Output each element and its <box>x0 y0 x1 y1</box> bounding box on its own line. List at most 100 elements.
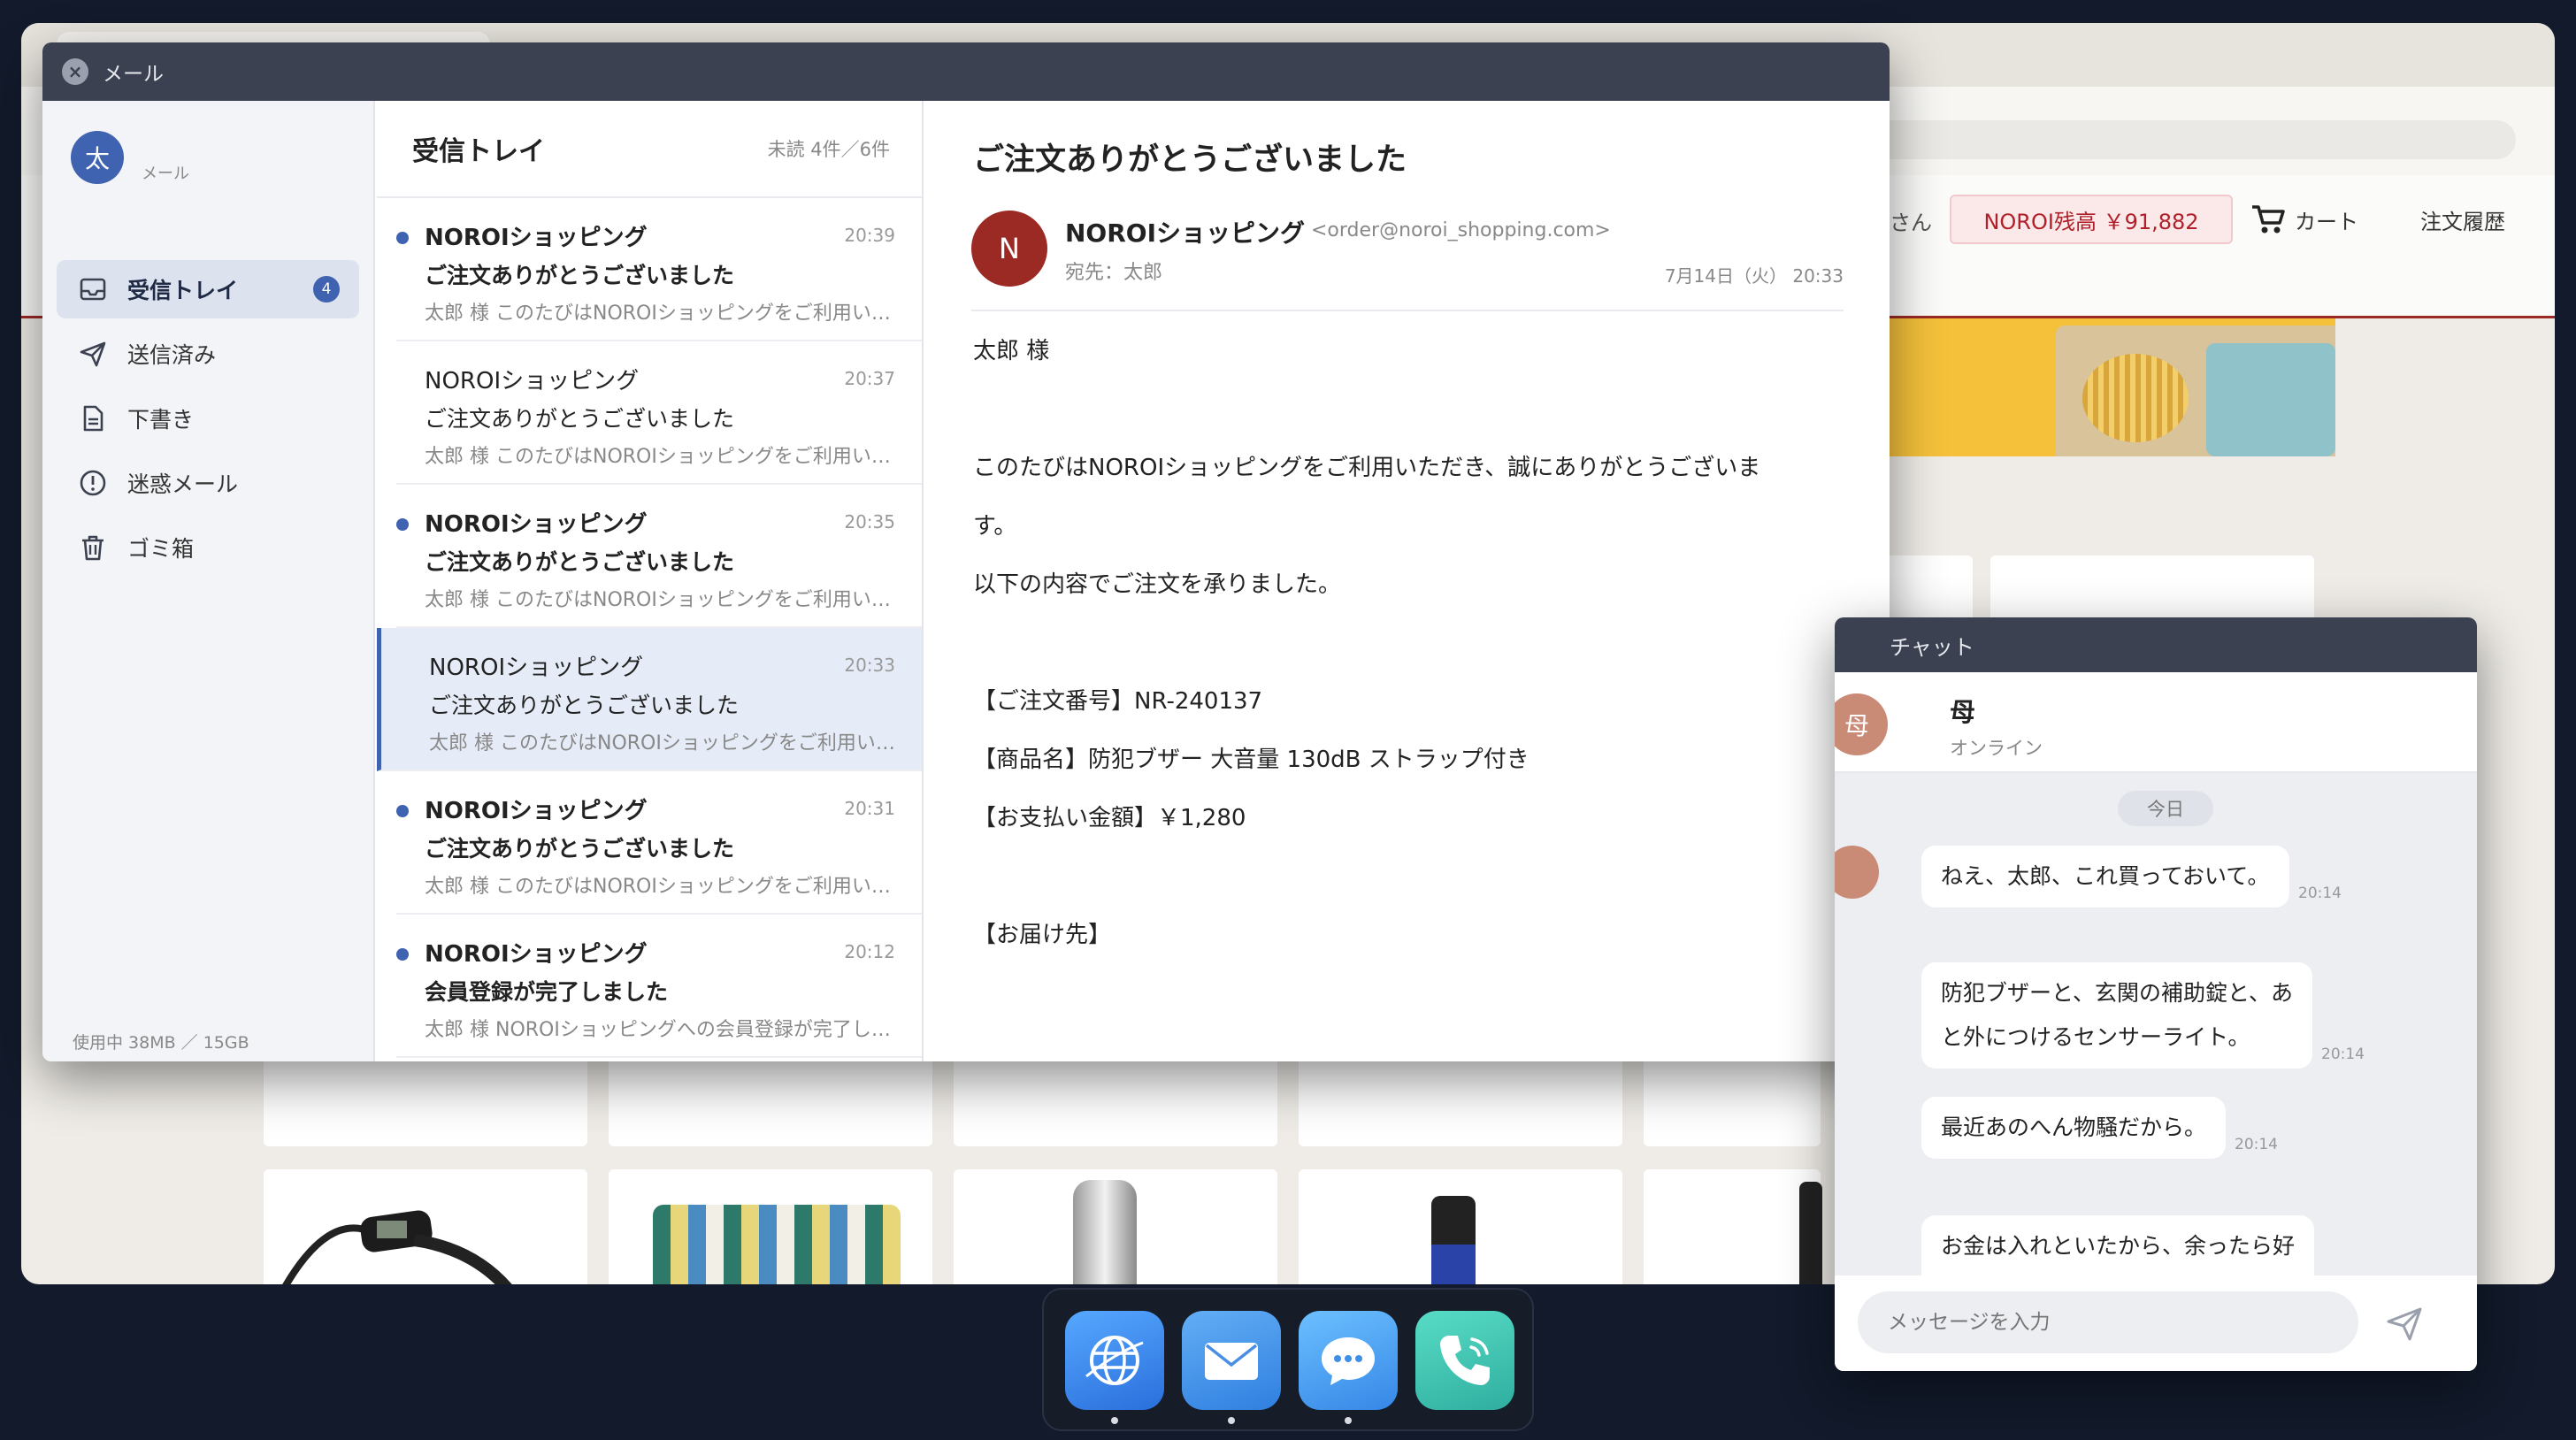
mail-body-line <box>973 380 1858 439</box>
product-card[interactable] <box>1644 1169 1822 1284</box>
url-field[interactable] <box>1844 120 2516 159</box>
mail-item-preview: 太郎 様 このたびはNOROIショッピングをご利用いただき、誠にありがとうござい… <box>429 732 898 754</box>
mail-body-line: 太郎 様 <box>973 338 1050 364</box>
nav-label: 受信トレイ <box>127 278 239 303</box>
mail-item-sender: NOROIショッピング <box>429 655 644 681</box>
chat-message-time: 20:14 <box>2298 885 2342 902</box>
mail-list-header: 受信トレイ 未読 4件／6件 <box>377 101 922 198</box>
promo-banner[interactable] <box>1879 318 2335 456</box>
mail-body-line: 【お届け先】 <box>973 922 1112 948</box>
mail-list-item[interactable]: NOROIショッピング 20:39 ご注文ありがとうございました 太郎 様 このたびは… <box>396 198 922 341</box>
product-card-picnic-mat[interactable] <box>609 1169 932 1284</box>
mail-item-preview: 太郎 様 このたびはNOROIショッピングをご利用いただき、誠にありがとうござい… <box>425 589 893 611</box>
chat-message-line: 最近あのへん物騒だから。 <box>1941 1114 2207 1140</box>
unread-badge: 4 <box>313 276 340 303</box>
product-card-jump-rope[interactable] <box>264 1169 587 1284</box>
mail-item-subject: ご注文ありがとうございました <box>425 406 735 432</box>
chat-message-line: と外につけるセンサーライト。 <box>1941 1024 2250 1050</box>
avatar: 太 <box>71 131 124 184</box>
mail-list-item[interactable]: NOROIショッピング 20:35 ご注文ありがとうございました 太郎 様 このたびは… <box>396 485 922 628</box>
cart-label: カート <box>2295 209 2358 234</box>
mail-list-item[interactable]: NOROIショッピング 20:31 ご注文ありがとうございました太郎 様 このたびは… <box>396 771 922 915</box>
nav-item-inbox[interactable]: 受信トレイ 4 <box>57 260 359 318</box>
contact-avatar <box>1835 846 1879 899</box>
chat-message-line: ねえ、太郎、これ買っておいて。 <box>1941 863 2270 889</box>
mail-list-item[interactable]: NOROIショッピング 20:12 会員登録が完了しました 太郎 様 NOROIショッ… <box>396 915 922 1058</box>
trekking-pole-image <box>1431 1196 1476 1284</box>
chat-message: 最近あのへん物騒だから。 <box>1921 1097 2227 1159</box>
mail-body-line: 【商品名】防犯ブザー 大音量 130dB ストラップ付き <box>973 747 1530 773</box>
nav-label: 送信済み <box>127 342 217 368</box>
nav-item-drafts[interactable]: 下書き <box>57 389 359 448</box>
product-card-bottle[interactable] <box>954 1169 1277 1284</box>
mail-item-sender: NOROIショッピング <box>425 511 648 538</box>
dock-app-phone[interactable] <box>1415 1311 1514 1410</box>
jump-rope-image <box>282 1210 512 1284</box>
mail-item-preview: 太郎 様 このたびはNOROIショッピングをご利用いただき、誠にありがとうござい… <box>425 876 893 898</box>
banner-brush-image <box>2082 354 2189 442</box>
phone-icon <box>1440 1336 1490 1385</box>
banner-towel-image <box>2206 343 2335 456</box>
account-label: メール <box>142 165 189 183</box>
greeting-text: さん <box>1890 211 1932 235</box>
contact-name: 母 <box>1950 697 1976 727</box>
mail-titlebar: × メール <box>42 42 1890 101</box>
mail-window: × メール 太 メール 受信トレイ 4 送信済み 下書き 迷惑メール ゴミ箱 使… <box>42 42 1890 1061</box>
chat-header: 母 母 オンライン <box>1835 672 2477 773</box>
product-card-trekking-pole[interactable] <box>1299 1169 1622 1284</box>
mail-items: NOROIショッピング 20:39 ご注文ありがとうございました 太郎 様 このたびは… <box>377 198 922 1058</box>
mail-item-sender: NOROIショッピング <box>425 798 648 824</box>
dock-app-chat[interactable] <box>1299 1311 1398 1410</box>
mail-list-item[interactable]: NOROIショッピング 20:33 ご注文ありがとうございました 太郎 様 このたびは… <box>377 628 922 771</box>
chat-message-time: 20:14 <box>2235 1136 2278 1153</box>
sender-avatar: N <box>971 211 1047 287</box>
chat-message: ねえ、太郎、これ買っておいて。 <box>1921 846 2289 908</box>
chat-titlebar: チャット <box>1835 617 2477 672</box>
close-icon[interactable]: × <box>62 58 88 85</box>
mail-item-subject: ご注文ありがとうございました <box>425 836 735 862</box>
chat-message-line: 防犯ブザーと、玄関の補助錠と、あ <box>1941 980 2294 1006</box>
product-image <box>1799 1182 1822 1284</box>
mail-body-line <box>973 614 1858 672</box>
mail-item-time: 20:33 <box>844 655 895 676</box>
mail-item-time: 20:12 <box>844 941 895 962</box>
mail-item-subject: ご注文ありがとうございました <box>425 549 735 575</box>
mail-item-sender: NOROIショッピング <box>425 368 640 394</box>
running-indicator <box>1345 1417 1352 1424</box>
mail-item-preview: 太郎 様 このたびはNOROIショッピングをご利用いただき、誠にありがとうござい… <box>425 303 893 325</box>
mail-body-line: 【ご注文番号】NR-240137 <box>973 688 1263 715</box>
picnic-mat-image <box>653 1205 901 1284</box>
mail-item-time: 20:31 <box>844 798 895 819</box>
unread-dot <box>396 948 409 961</box>
chat-message-time: 20:14 <box>2321 1046 2365 1063</box>
mail-list: 受信トレイ 未読 4件／6件 NOROIショッピング 20:39 ご注文ありがとうご… <box>377 101 924 1061</box>
nav-item-trash[interactable]: ゴミ箱 <box>57 518 359 577</box>
mail-item-preview: 太郎 様 このたびはNOROIショッピングをご利用いただき、誠にありがとうござい… <box>425 446 893 468</box>
recipient: 宛先：太郎 <box>1065 262 1163 284</box>
nav-item-spam[interactable]: 迷惑メール <box>57 454 359 512</box>
cart-link[interactable]: カート <box>2250 195 2358 244</box>
order-history-link[interactable]: 注文履歴 <box>2420 195 2505 244</box>
nav-label: ゴミ箱 <box>127 536 195 562</box>
mail-nav: 受信トレイ 4 送信済み 下書き 迷惑メール ゴミ箱 <box>57 260 359 583</box>
mail-item-sender: NOROIショッピング <box>425 225 648 251</box>
dock-app-mail[interactable] <box>1182 1311 1281 1410</box>
nav-item-sent[interactable]: 送信済み <box>57 325 359 383</box>
nav-label: 迷惑メール <box>127 471 239 497</box>
message-input[interactable] <box>1858 1291 2358 1353</box>
send-icon[interactable] <box>2383 1302 2426 1344</box>
mail-date: 7月14日（火） 20:33 <box>1664 265 1844 287</box>
running-indicator <box>1111 1417 1118 1424</box>
globe-icon <box>1085 1336 1144 1385</box>
mail-item-preview: 太郎 様 NOROIショッピングへの会員登録が完了しました。 <box>425 1019 893 1041</box>
mail-item-sender: NOROIショッピング <box>425 941 648 968</box>
mail-list-item[interactable]: NOROIショッピング 20:37 ご注文ありがとうございました太郎 様 このたびは… <box>396 341 922 485</box>
mail-list-title: 受信トレイ <box>412 136 545 167</box>
account[interactable]: 太 メール <box>71 131 189 184</box>
dock-app-browser[interactable] <box>1065 1311 1164 1410</box>
spam-icon <box>80 470 106 496</box>
balance-badge[interactable]: NOROI残高 ￥91,882 <box>1950 195 2233 244</box>
chat-messages: 今日 ねえ、太郎、これ買っておいて。 20:14 防犯ブザーと、玄関の補助錠と、あと… <box>1835 773 2477 1321</box>
mail-reader: ご注文ありがとうございました N NOROIショッピング <order@noro… <box>925 101 1890 1061</box>
mail-item-time: 20:37 <box>844 368 895 389</box>
